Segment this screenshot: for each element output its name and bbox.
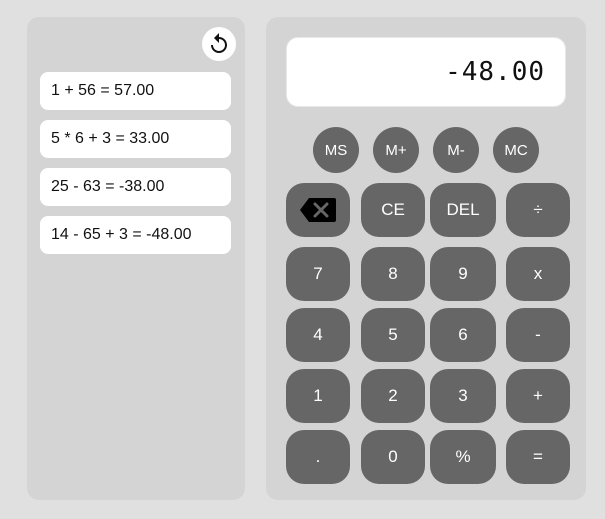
minus-button[interactable]: - xyxy=(506,308,570,362)
equals-button[interactable]: = xyxy=(506,430,570,484)
multiply-button[interactable]: x xyxy=(506,247,570,301)
history-reset-button[interactable] xyxy=(202,27,236,61)
history-item[interactable]: 1 + 56 = 57.00 xyxy=(40,72,231,110)
digit-5-button[interactable]: 5 xyxy=(361,308,425,362)
history-item[interactable]: 25 - 63 = -38.00 xyxy=(40,168,231,206)
percent-button[interactable]: % xyxy=(430,430,496,484)
plus-button[interactable]: + xyxy=(506,369,570,423)
memory-add-button[interactable]: M+ xyxy=(373,127,419,173)
digit-2-button[interactable]: 2 xyxy=(361,369,425,423)
calculator-panel: -48.00 MS M+ M- MC CE DEL ÷ 7 8 9 x 4 5 … xyxy=(266,17,586,500)
digit-6-button[interactable]: 6 xyxy=(430,308,496,362)
memory-store-button[interactable]: MS xyxy=(313,127,359,173)
decimal-button[interactable]: . xyxy=(286,430,350,484)
history-item[interactable]: 14 - 65 + 3 = -48.00 xyxy=(40,216,231,254)
display-value: -48.00 xyxy=(445,57,545,87)
digit-7-button[interactable]: 7 xyxy=(286,247,350,301)
backspace-icon xyxy=(300,198,336,222)
digit-4-button[interactable]: 4 xyxy=(286,308,350,362)
calculator-app: 1 + 56 = 57.00 5 * 6 + 3 = 33.00 25 - 63… xyxy=(0,0,605,519)
digit-8-button[interactable]: 8 xyxy=(361,247,425,301)
undo-icon xyxy=(211,33,227,53)
divide-button[interactable]: ÷ xyxy=(506,183,570,237)
digit-3-button[interactable]: 3 xyxy=(430,369,496,423)
history-panel: 1 + 56 = 57.00 5 * 6 + 3 = 33.00 25 - 63… xyxy=(27,17,245,500)
memory-subtract-button[interactable]: M- xyxy=(433,127,479,173)
clear-entry-button[interactable]: CE xyxy=(361,183,425,237)
backspace-button[interactable] xyxy=(286,183,350,237)
digit-9-button[interactable]: 9 xyxy=(430,247,496,301)
history-item[interactable]: 5 * 6 + 3 = 33.00 xyxy=(40,120,231,158)
display-screen: -48.00 xyxy=(286,37,566,107)
digit-1-button[interactable]: 1 xyxy=(286,369,350,423)
digit-0-button[interactable]: 0 xyxy=(361,430,425,484)
history-list: 1 + 56 = 57.00 5 * 6 + 3 = 33.00 25 - 63… xyxy=(40,72,231,264)
memory-clear-button[interactable]: MC xyxy=(493,127,539,173)
delete-button[interactable]: DEL xyxy=(430,183,496,237)
